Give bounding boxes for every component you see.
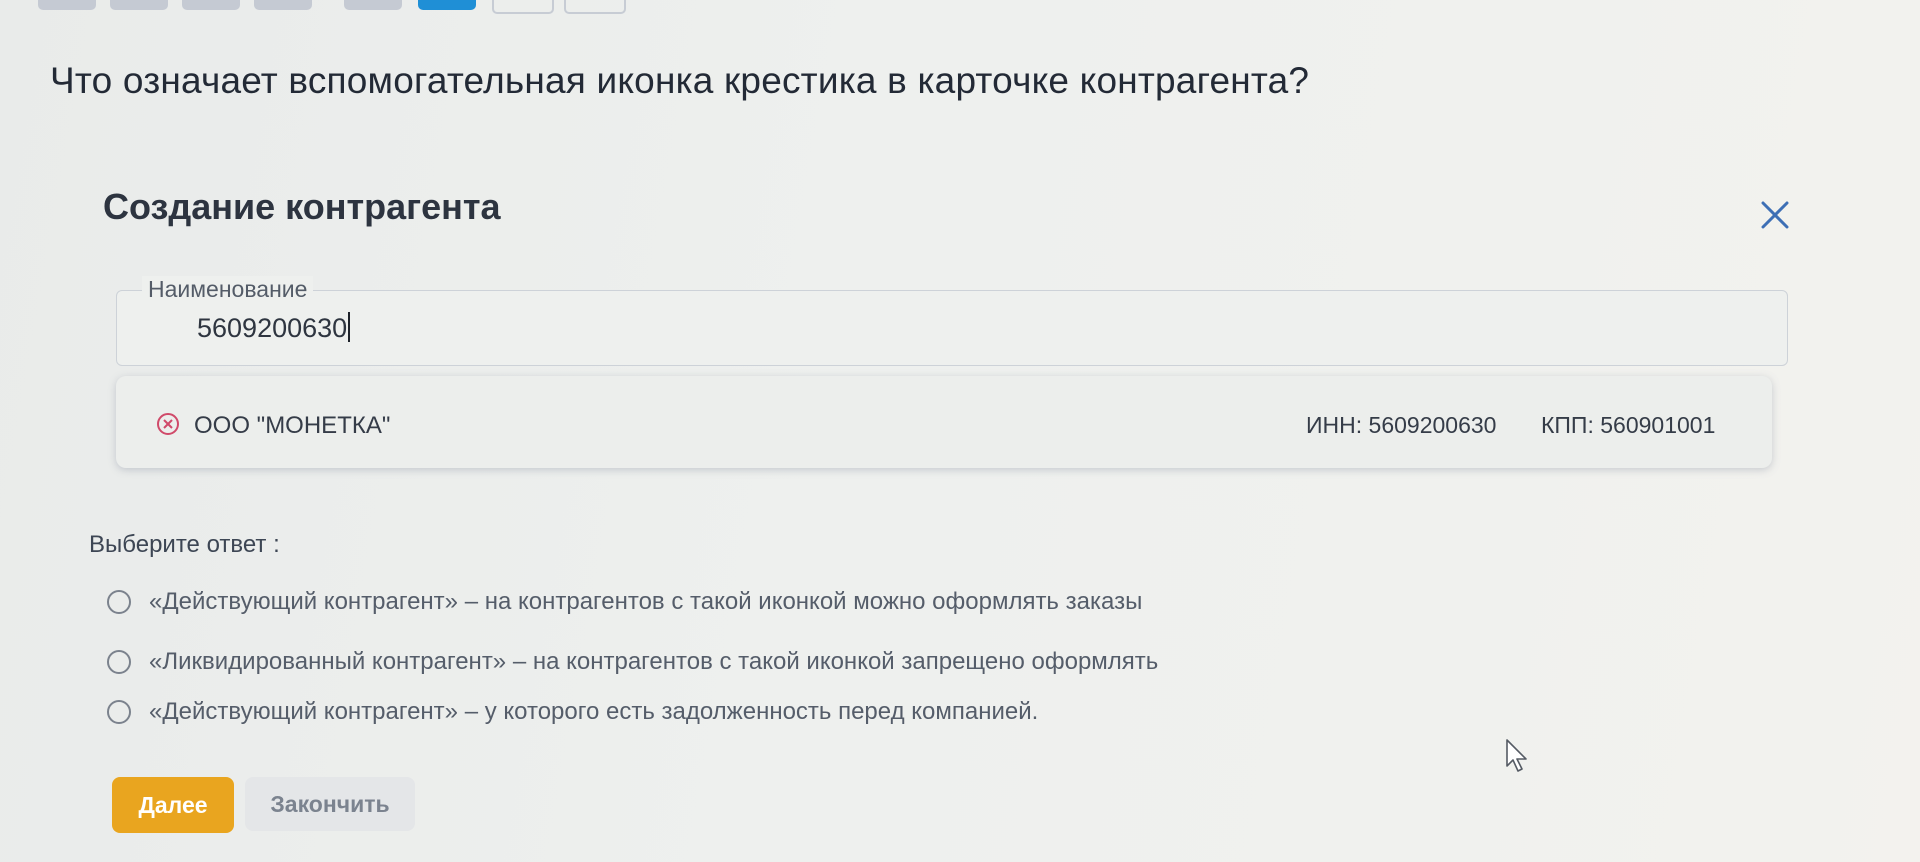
radio-button[interactable] <box>107 650 131 674</box>
step-indicator[interactable] <box>344 0 402 10</box>
step-indicator[interactable] <box>38 0 96 10</box>
name-input-text: 5609200630 <box>197 313 348 343</box>
answer-option[interactable]: «Действующий контрагент» – у которого ес… <box>107 698 1038 726</box>
company-name: ООО "МОНЕТКА" <box>194 412 391 439</box>
finish-button[interactable]: Закончить <box>245 777 415 831</box>
answer-option-label: «Действующий контрагент» – у которого ес… <box>149 698 1039 725</box>
answer-option[interactable]: «Ликвидированный контрагент» – на контра… <box>107 648 1158 676</box>
radio-button[interactable] <box>107 590 131 614</box>
close-icon[interactable] <box>1758 198 1792 232</box>
company-kpp: КПП: 560901001 <box>1541 412 1716 438</box>
question-text: Что означает вспомогательная иконка крес… <box>50 60 1310 101</box>
name-field-label: Наименование <box>142 276 314 303</box>
dialog-title: Создание контрагента <box>103 186 501 227</box>
company-inn: ИНН: 5609200630 <box>1306 412 1497 438</box>
text-caret <box>348 312 351 342</box>
x-circle-icon <box>157 413 179 435</box>
step-indicator[interactable] <box>492 0 554 14</box>
answer-prompt: Выберите ответ : <box>89 531 280 558</box>
answer-option-label: «Действующий контрагент» – на контрагент… <box>149 588 1143 615</box>
step-indicator[interactable] <box>254 0 312 10</box>
answer-option-label: «Ликвидированный контрагент» – на контра… <box>149 648 1159 675</box>
name-field[interactable] <box>116 290 1788 366</box>
step-indicator[interactable] <box>564 0 626 14</box>
step-indicator[interactable] <box>182 0 240 10</box>
progress-steps <box>0 0 640 14</box>
radio-button[interactable] <box>107 700 131 724</box>
next-button[interactable]: Далее <box>112 777 234 833</box>
name-input-value[interactable]: 5609200630 <box>197 312 351 344</box>
mouse-cursor-icon <box>1506 739 1527 772</box>
answer-option[interactable]: «Действующий контрагент» – на контрагент… <box>107 588 1142 616</box>
step-indicator-current[interactable] <box>418 0 476 10</box>
quiz-page: Что означает вспомогательная иконка крес… <box>0 0 1920 862</box>
step-indicator[interactable] <box>110 0 168 10</box>
